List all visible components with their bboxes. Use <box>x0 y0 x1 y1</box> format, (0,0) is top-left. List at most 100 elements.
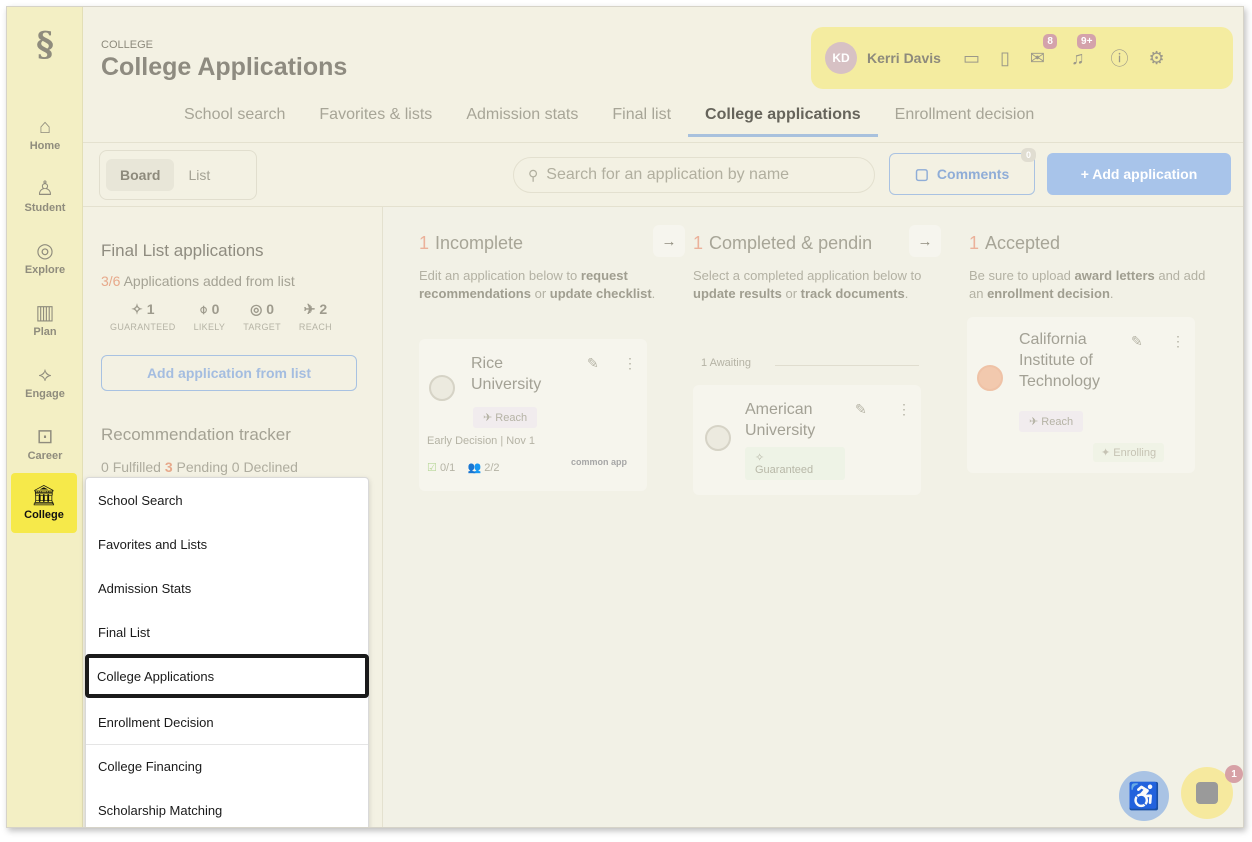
tab-college-applications[interactable]: College applications <box>688 107 878 137</box>
sidebar-item-plan[interactable]: ▥ Plan <box>7 289 83 351</box>
sidebar-item-explore[interactable]: ◎ Explore <box>7 227 83 289</box>
mail-badge: 8 <box>1043 33 1057 49</box>
menu-item-admission-stats[interactable]: Admission Stats <box>86 566 368 610</box>
desc-text: Edit an application below to <box>419 268 581 283</box>
tab-admission-stats[interactable]: Admission stats <box>449 107 595 137</box>
sidebar-item-engage[interactable]: ⟡ Engage <box>7 351 83 413</box>
briefcase-icon: ⊡ <box>36 426 54 448</box>
fulfilled-label: Fulfilled <box>112 459 161 475</box>
sidebar-item-college[interactable]: 🏛 College <box>11 473 77 533</box>
edit-icon[interactable]: ✎ <box>1131 333 1143 350</box>
common-app-logo: common app <box>571 457 628 467</box>
desc-text: . <box>1109 286 1114 301</box>
college-name: California Institute of Technology <box>1019 331 1100 390</box>
category-value: 1 <box>146 301 155 317</box>
reach-tag: ✈ Reach <box>473 407 538 428</box>
column-title: 1 Accepted <box>969 233 1060 254</box>
category-reach: ✈ 2 REACH <box>299 301 332 332</box>
app-logo-icon[interactable]: § <box>7 7 83 83</box>
view-toggle: Board List <box>99 150 257 200</box>
deadline-text: Early Decision | Nov 1 <box>427 435 536 447</box>
reach-tag: ✈ Reach <box>1019 411 1084 432</box>
university-seal-icon <box>429 375 455 401</box>
bell-icon[interactable]: ♫ 9+ <box>1071 33 1097 69</box>
menu-item-school-search[interactable]: School Search <box>86 478 368 522</box>
column-label: Accepted <box>985 233 1061 253</box>
guaranteed-icon: ✧ <box>131 301 143 317</box>
desc-text: or <box>781 286 801 301</box>
category-label: GUARANTEED <box>110 322 176 332</box>
column-label: Completed & pendin <box>709 233 873 253</box>
menu-item-scholarship-matching[interactable]: Scholarship Matching <box>86 788 368 827</box>
desc-bold: award letters <box>1074 268 1155 283</box>
board-view-button[interactable]: Board <box>106 159 175 191</box>
column-description: Be sure to upload award letters and add … <box>969 267 1219 303</box>
gear-icon[interactable]: ⚙ <box>1148 48 1164 69</box>
mail-icon[interactable]: ✉ 8 <box>1030 33 1057 69</box>
comments-label: Comments <box>936 166 1010 182</box>
reach-icon: ✈ <box>303 301 316 317</box>
column-description: Select a completed application below to … <box>693 267 955 303</box>
menu-item-college-applications[interactable]: College Applications <box>85 654 369 698</box>
add-from-list-button[interactable]: Add application from list <box>101 355 357 391</box>
add-application-button[interactable]: + Add application <box>1047 153 1231 195</box>
declined-count: 0 <box>231 459 240 475</box>
added-count: 3/6 <box>101 273 121 289</box>
category-value: 0 <box>266 301 275 317</box>
app-window: § ⌂ Home ♙ Student ◎ Explore ▥ Plan ⟡ En… <box>6 6 1244 828</box>
page-title: College Applications <box>101 53 348 81</box>
column-count: 1 <box>419 233 430 253</box>
sidebar-item-student[interactable]: ♙ Student <box>7 165 83 227</box>
menu-item-college-financing[interactable]: College Financing <box>86 744 368 788</box>
menu-item-enrollment-decision[interactable]: Enrollment Decision <box>86 700 368 744</box>
sidebar-item-label: Plan <box>33 326 57 338</box>
sidebar-item-home[interactable]: ⌂ Home <box>7 103 83 165</box>
edit-icon[interactable]: ✎ <box>587 355 599 372</box>
arrow-right-icon[interactable]: → <box>653 225 685 257</box>
more-icon[interactable]: ⋮ <box>623 355 637 372</box>
comments-button[interactable]: ▢ Comments 0 <box>889 148 1036 195</box>
university-seal-icon <box>705 425 731 451</box>
recommendation-stats: 0 Fulfilled 3 Pending 0 Declined <box>101 459 298 475</box>
accessibility-icon[interactable]: ♿ <box>1119 771 1169 821</box>
application-card-rice[interactable]: Rice University ✎ ⋮ ✈ Reach Early Decisio… <box>419 339 647 491</box>
enrolling-status: ✦ Enrolling <box>1093 443 1165 462</box>
arrow-right-icon[interactable]: → <box>909 225 941 257</box>
user-name[interactable]: Kerri Davis <box>867 50 941 66</box>
added-text: Applications added from list <box>120 273 295 289</box>
tab-favorites-lists[interactable]: Favorites & lists <box>302 107 449 137</box>
tab-final-list[interactable]: Final list <box>595 107 688 137</box>
desc-text: or <box>530 286 550 301</box>
more-icon[interactable]: ⋮ <box>897 401 911 418</box>
list-view-button[interactable]: List <box>174 159 224 191</box>
desc-bold: enrollment decision <box>987 286 1110 301</box>
college-name: American University <box>745 401 816 439</box>
more-icon[interactable]: ⋮ <box>1171 333 1185 350</box>
search-input[interactable]: ⚲ Search for an application by name <box>513 157 875 193</box>
sidebar-item-career[interactable]: ⊡ Career <box>7 413 83 475</box>
document-icon[interactable]: ▯ <box>1000 48 1010 69</box>
application-card-caltech[interactable]: California Institute of Technology ✎ ⋮ ✈ R… <box>967 317 1195 473</box>
help-icon[interactable]: ⓘ <box>1110 45 1128 71</box>
category-label: LIKELY <box>193 322 226 332</box>
college-logo-icon <box>977 365 1003 391</box>
handshake-icon: ⟡ <box>38 364 52 386</box>
menu-item-favorites-lists[interactable]: Favorites and Lists <box>86 522 368 566</box>
wallet-icon[interactable]: ▭ <box>963 48 980 69</box>
menu-item-final-list[interactable]: Final List <box>86 610 368 654</box>
page-header: COLLEGE College Applications KD Kerri Da… <box>83 7 1243 143</box>
desc-text: Be sure to upload <box>969 268 1075 283</box>
application-card-american[interactable]: American University ✎ ⋮ ✧ Guaranteed <box>693 385 921 495</box>
avatar[interactable]: KD <box>825 42 857 74</box>
tab-enrollment-decision[interactable]: Enrollment decision <box>878 107 1052 137</box>
category-counts: ✧ 1 GUARANTEED ⌽ 0 LIKELY ◎ 0 TARGET ✈ 2… <box>101 301 341 332</box>
tab-school-search[interactable]: School search <box>167 107 302 137</box>
category-label: REACH <box>298 322 332 332</box>
recommendation-tracker-title: Recommendation tracker <box>101 425 291 444</box>
category-target: ◎ 0 TARGET <box>243 301 281 332</box>
edit-icon[interactable]: ✎ <box>855 401 867 418</box>
search-icon: ⚲ <box>528 166 539 183</box>
column-label: Incomplete <box>435 233 524 253</box>
comments-count-badge: 0 <box>1020 148 1036 162</box>
chat-badge: 1 <box>1225 765 1243 783</box>
